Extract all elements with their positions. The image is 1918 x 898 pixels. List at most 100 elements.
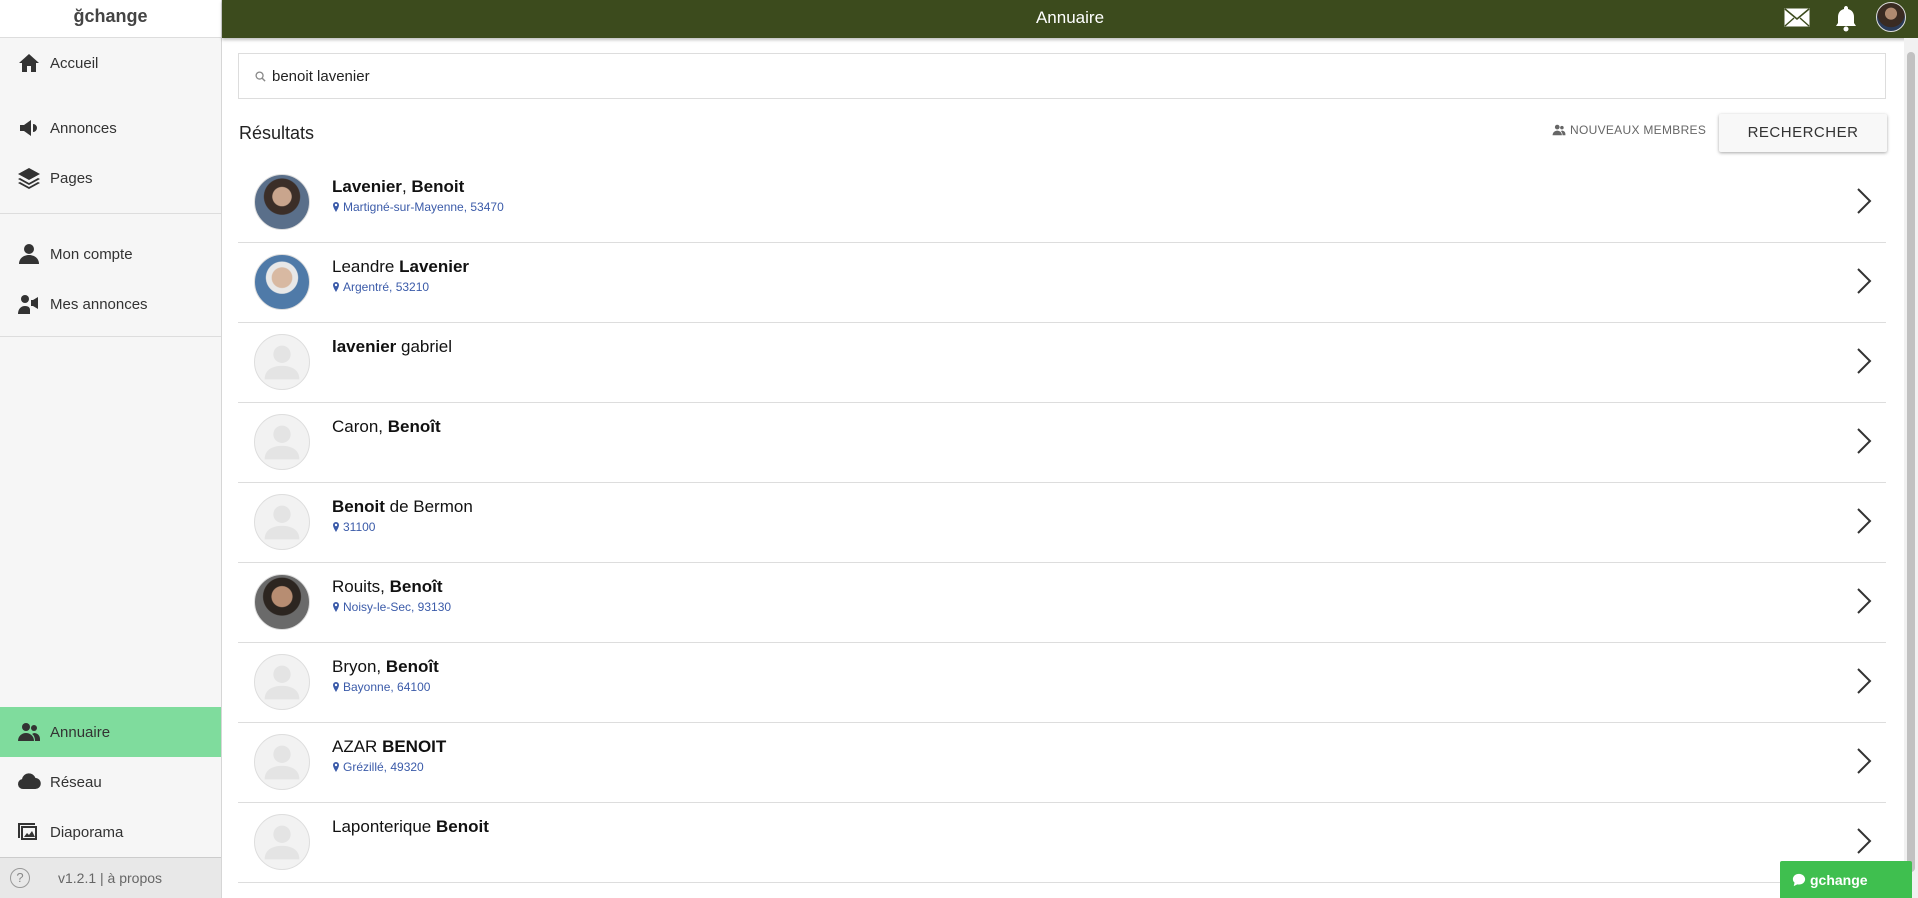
sidebar-item-annonces[interactable]: Annonces [0,103,221,153]
result-name: Rouits, Benoît [332,577,443,597]
sidebar-item-reseau[interactable]: Réseau [0,757,221,807]
name-part: gabriel [396,337,453,356]
avatar [254,334,310,390]
result-row[interactable]: Benoit de Bermon 31100 [238,483,1886,563]
cloud-icon [16,769,42,795]
result-row[interactable]: Bryon, Benoît Bayonne, 64100 [238,643,1886,723]
sidebar-item-label: Annuaire [50,723,111,741]
header-bar: Annuaire [222,0,1918,38]
avatar [254,174,310,230]
map-pin-icon [333,762,339,772]
map-pin-icon [333,282,339,292]
avatar [254,574,310,630]
sidebar-item-mes-annonces[interactable]: Mes annonces [0,279,221,329]
result-row[interactable]: AZAR BENOIT Grézillé, 49320 [238,723,1886,803]
sidebar-item-label: Accueil [50,54,99,72]
chevron-right-icon[interactable] [1856,827,1872,855]
scrollbar-thumb[interactable] [1907,52,1915,872]
name-part: Laponterique [332,817,436,836]
map-pin-icon [333,202,339,212]
search-input[interactable] [272,67,1772,85]
person-icon [16,241,42,267]
name-part: Benoît [389,577,443,596]
sidebar: ğchange Accueil Annonces Pages Mon compt… [0,0,222,898]
home-icon [16,50,42,76]
map-pin-icon [333,522,339,532]
user-avatar[interactable] [1876,2,1906,32]
result-location: 31100 [332,520,375,534]
result-name: Benoit de Bermon [332,497,473,517]
name-part: lavenier [332,337,397,356]
sidebar-item-diaporama[interactable]: Diaporama [0,807,221,857]
results-heading: Résultats [239,123,315,143]
name-part: Benoît [385,657,439,676]
result-name: lavenier gabriel [332,337,452,357]
avatar [254,254,310,310]
chevron-right-icon[interactable] [1856,507,1872,535]
result-location: Noisy-le-Sec, 93130 [332,600,451,614]
brand-logo[interactable]: ğchange [0,0,221,38]
sidebar-item-label: Réseau [50,773,102,791]
name-part: Lavenier [332,177,402,196]
avatar [254,734,310,790]
default-avatar-icon [264,745,300,780]
default-avatar-icon [264,425,300,460]
chat-widget[interactable]: gchange [1780,861,1912,898]
name-part: Benoit [332,497,385,516]
result-row[interactable]: lavenier gabriel [238,323,1886,403]
people-icon [1552,124,1566,136]
name-part: BENOIT [382,737,447,756]
scrollbar[interactable] [1904,38,1918,898]
name-part: de Bermon [384,497,473,516]
version-about[interactable]: v1.2.1 | à propos [58,870,162,886]
name-part: , [401,177,412,196]
chevron-right-icon[interactable] [1856,587,1872,615]
search-box[interactable] [238,53,1886,99]
chat-icon [1792,873,1806,886]
person-megaphone-icon [16,291,42,317]
results-list: Lavenier, Benoit Martigné-sur-Mayenne, 53… [238,163,1886,883]
default-avatar-icon [264,825,300,860]
sidebar-item-pages[interactable]: Pages [0,153,221,203]
bell-icon[interactable] [1834,4,1858,32]
people-icon [16,719,42,745]
result-location: Grézillé, 49320 [332,760,424,774]
chevron-right-icon[interactable] [1856,427,1872,455]
name-part: Benoît [387,417,441,436]
search-button[interactable]: RECHERCHER [1719,114,1887,152]
help-icon: ? [10,868,30,888]
sidebar-item-annuaire[interactable]: Annuaire [0,707,221,757]
sidebar-item-mon-compte[interactable]: Mon compte [0,229,221,279]
sidebar-footer[interactable]: ? v1.2.1 | à propos [0,857,221,898]
chevron-right-icon[interactable] [1856,267,1872,295]
chevron-right-icon[interactable] [1856,187,1872,215]
sidebar-item-label: Mon compte [50,245,133,263]
result-row[interactable]: Caron, Benoît [238,403,1886,483]
menu-group-main: Accueil Annonces Pages [0,38,221,214]
chevron-right-icon[interactable] [1856,347,1872,375]
result-row[interactable]: Laponterique Benoit [238,803,1886,883]
location-text: Martigné-sur-Mayenne, 53470 [343,200,504,214]
location-text: Bayonne, 64100 [343,680,431,694]
avatar [254,654,310,710]
new-members-link[interactable]: NOUVEAUX MEMBRES [1552,123,1706,137]
result-row[interactable]: Lavenier, Benoit Martigné-sur-Mayenne, 53… [238,163,1886,243]
result-name: Laponterique Benoit [332,817,489,837]
name-part: Bryon, [332,657,386,676]
chevron-right-icon[interactable] [1856,747,1872,775]
chevron-right-icon[interactable] [1856,667,1872,695]
megaphone-icon [16,115,42,141]
sidebar-item-accueil[interactable]: Accueil [0,38,221,88]
sidebar-bottom: Annuaire Réseau Diaporama ? v1.2.1 | à p… [0,707,221,898]
name-part: AZAR [332,737,383,756]
result-row[interactable]: Leandre Lavenier Argentré, 53210 [238,243,1886,323]
result-name: Bryon, Benoît [332,657,439,677]
result-name: AZAR BENOIT [332,737,446,757]
sidebar-item-label: Pages [50,169,93,187]
result-row[interactable]: Rouits, Benoît Noisy-le-Sec, 93130 [238,563,1886,643]
result-location: Bayonne, 64100 [332,680,430,694]
page-title: Annuaire [1035,8,1105,27]
result-name: Caron, Benoît [332,417,441,437]
mail-icon[interactable] [1784,8,1810,27]
map-pin-icon [333,602,339,612]
